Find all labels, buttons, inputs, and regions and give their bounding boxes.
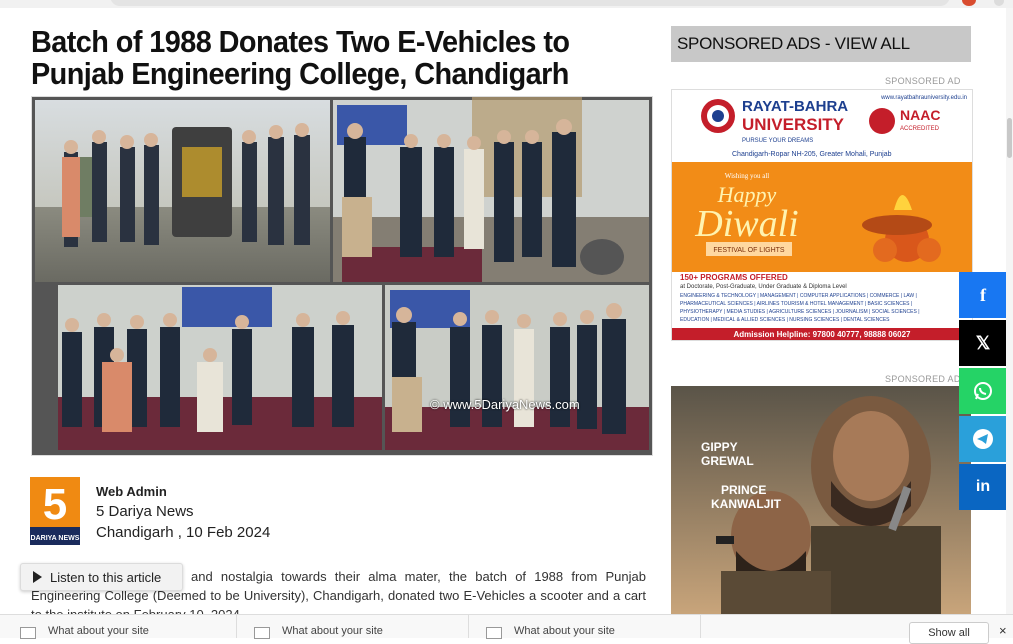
listen-to-article-button[interactable]: Listen to this article (20, 563, 183, 591)
page-icon (254, 627, 270, 639)
article-title: Batch of 1988 Donates Two E-Vehicles to … (31, 24, 570, 91)
facebook-share-button[interactable]: f (959, 272, 1007, 318)
dateline: Chandigarh , 10 Feb 2024 (96, 524, 271, 541)
ad1-brand-line2: UNIVERSITY (742, 115, 845, 134)
whatsapp-icon (974, 382, 992, 400)
ad1-naac-sub: ACCREDITED (900, 126, 940, 132)
image-watermark: © www.5DariyaNews.com (430, 397, 580, 412)
listen-label: Listen to this article (50, 569, 162, 585)
show-all-button[interactable]: Show all (909, 622, 989, 644)
article-hero-image: © www.5DariyaNews.com (31, 96, 653, 456)
ad2-actor2: PRINCE (721, 483, 766, 497)
photo-panel-2 (333, 97, 649, 282)
ad1-helpline: Admission Helpline: 97800 40777, 98888 0… (734, 330, 912, 339)
photo-panel-3 (58, 285, 382, 450)
ad1-wish: Wishing you all (725, 172, 769, 180)
ad1-tagline: PURSUE YOUR DREAMS (742, 138, 813, 144)
telegram-icon (973, 429, 993, 449)
bottom-item-2[interactable]: What about your site (236, 615, 469, 639)
rayat-bahra-ad-graphic: RAYAT-BAHRA UNIVERSITY PURSUE YOUR DREAM… (672, 90, 972, 340)
bottom-item-3-label: What about your site (514, 625, 615, 637)
ad1-address: Chandigarh-Ropar NH-205, Greater Mohali,… (732, 151, 892, 158)
play-icon (33, 571, 42, 583)
ad1-diwali: Diwali (694, 203, 798, 245)
browser-top-strip (0, 0, 1013, 8)
bottom-item-1[interactable]: What about your site (0, 615, 237, 639)
bottom-item-1-label: What about your site (48, 625, 149, 637)
ad1-fields-3: PHYSIOTHERAPY | MEDIA STUDIES | AGRICULT… (680, 309, 920, 315)
facebook-icon: f (980, 284, 986, 305)
ad1-fields-4: EDUCATION | MEDICAL & ALLIED SCIENCES | … (680, 317, 890, 323)
ad1-programs: 150+ PROGRAMS OFFERED (680, 273, 788, 282)
sponsored-ad-label: SPONSORED AD (885, 76, 961, 86)
logo-graphic: 5 DARIYA NEWS (30, 477, 80, 545)
ad1-brand-line1: RAYAT-BAHRA (742, 98, 848, 115)
ad1-programs-sub: at Doctorate, Post-Graduate, Under Gradu… (680, 284, 847, 290)
logo-digit: 5 (43, 480, 67, 529)
ad1-naac: NAAC (900, 107, 940, 123)
photo-panel-4 (385, 285, 649, 450)
dariya-news-logo: 5 DARIYA NEWS (30, 477, 80, 545)
x-share-button[interactable]: 𝕏 (959, 320, 1007, 366)
profile-icon[interactable] (994, 0, 1004, 6)
ad2-actor2b: KANWALJIT (711, 497, 782, 511)
whatsapp-share-button[interactable] (959, 368, 1007, 414)
page-scrollbar[interactable] (1006, 8, 1013, 614)
linkedin-share-button[interactable]: in (959, 464, 1007, 510)
ad1-fields-2: PHARMACEUTICAL SCIENCES | AIRLINES TOURI… (680, 301, 912, 307)
author-org: 5 Dariya News (96, 503, 194, 520)
author-name[interactable]: Web Admin (96, 484, 167, 499)
photo-panel-1 (35, 100, 330, 282)
sponsored-ads-header[interactable]: SPONSORED ADS - VIEW ALL (671, 26, 971, 62)
page-icon (20, 627, 36, 639)
bottom-notification-bar: What about your site What about your sit… (0, 614, 1013, 644)
telegram-share-button[interactable] (959, 416, 1007, 462)
ad2-actor1b: GREWAL (701, 454, 754, 468)
x-icon: 𝕏 (975, 332, 991, 353)
movie-poster-ad[interactable]: GIPPY GREWAL PRINCE KANWALJIT (671, 386, 971, 616)
scrollbar-thumb[interactable] (1007, 118, 1012, 158)
logo-text: DARIYA NEWS (31, 535, 80, 542)
bottom-item-3[interactable]: What about your site (468, 615, 701, 639)
bottom-item-2-label: What about your site (282, 625, 383, 637)
ad1-url: www.rayatbahrauniversity.edu.in (880, 95, 967, 101)
sponsored-ad-label-2: SPONSORED AD (885, 374, 961, 384)
linkedin-icon: in (975, 478, 991, 495)
ad1-festival: FESTIVAL OF LIGHTS (713, 247, 785, 254)
close-icon[interactable]: × (999, 623, 1007, 638)
ad2-actor1: GIPPY (701, 440, 738, 454)
page-icon (486, 627, 502, 639)
rayat-bahra-ad[interactable]: RAYAT-BAHRA UNIVERSITY PURSUE YOUR DREAM… (671, 89, 973, 341)
movie-poster-graphic: GIPPY GREWAL PRINCE KANWALJIT (671, 386, 971, 616)
address-bar-remnant[interactable] (110, 0, 950, 6)
extension-icon[interactable] (962, 0, 976, 6)
ad1-fields-1: ENGINEERING & TECHNOLOGY | MANAGEMENT | … (680, 293, 917, 299)
